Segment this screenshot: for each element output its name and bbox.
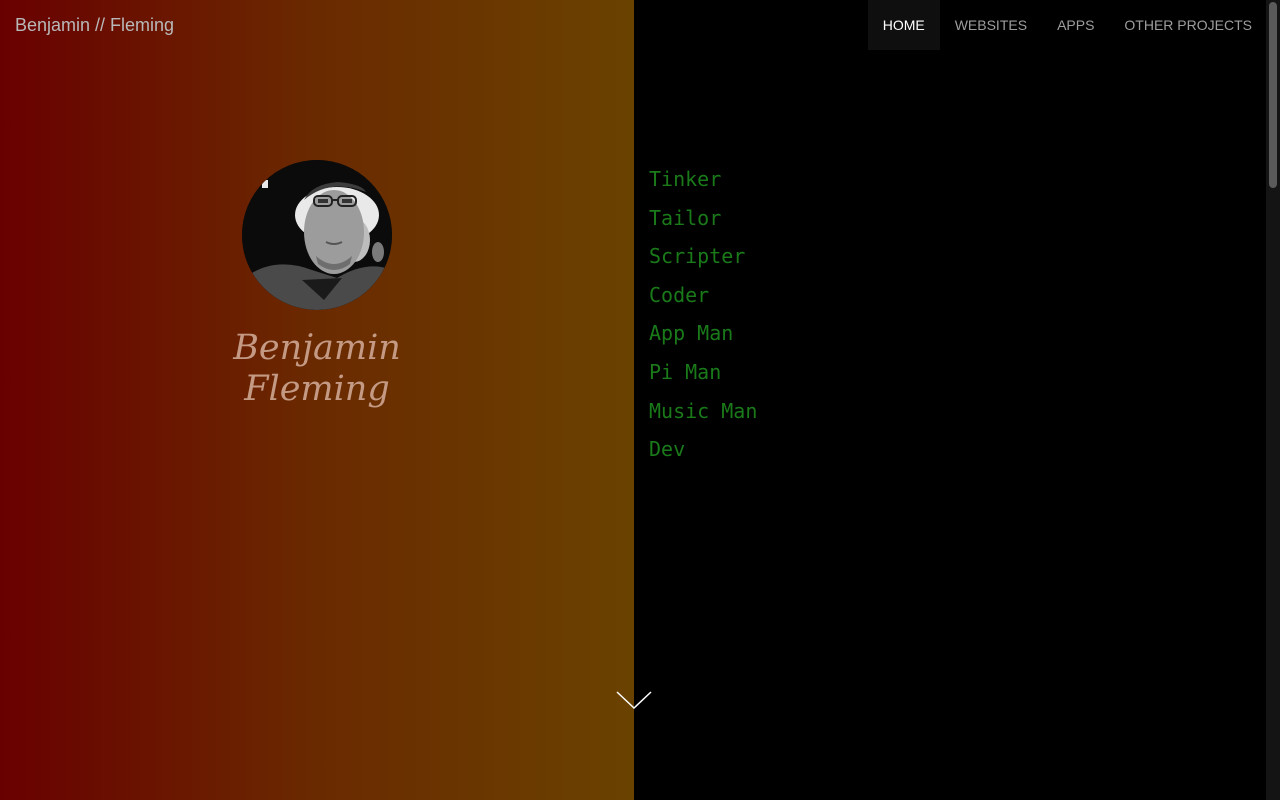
scrollbar-thumb[interactable] bbox=[1269, 2, 1277, 188]
page: Benjamin Fleming Benjamin // Fleming HOM… bbox=[0, 0, 1280, 800]
role-item: App Man bbox=[649, 321, 734, 346]
role-item: Tinker bbox=[649, 167, 722, 191]
profile-photo bbox=[242, 160, 392, 310]
nav-item-other-projects[interactable]: OTHER PROJECTS bbox=[1109, 0, 1267, 50]
role-item: Coder bbox=[649, 282, 710, 307]
hero-left-panel: Benjamin Fleming bbox=[0, 0, 634, 800]
hero-name-last: Fleming bbox=[244, 369, 390, 409]
roles-list: Tinker Tailor Scripter Coder App Man Pi … bbox=[649, 160, 757, 469]
hero-name-first: Benjamin bbox=[233, 328, 401, 368]
role-item: Pi Man bbox=[649, 359, 722, 384]
page-scrollbar[interactable] bbox=[1266, 0, 1280, 800]
avatar bbox=[242, 160, 392, 310]
role-item: Scripter bbox=[649, 244, 746, 269]
chevron-down-icon bbox=[616, 691, 652, 710]
nav-item-home[interactable]: HOME bbox=[867, 0, 940, 50]
role-item: Tailor bbox=[649, 205, 722, 230]
main-nav: HOME WEBSITES APPS OTHER PROJECTS bbox=[867, 0, 1267, 50]
scroll-down-button[interactable] bbox=[615, 688, 653, 712]
nav-item-apps[interactable]: APPS bbox=[1042, 0, 1109, 50]
site-brand-link[interactable]: Benjamin // Fleming bbox=[15, 13, 174, 37]
role-item: Dev bbox=[649, 437, 686, 462]
hero-name: Benjamin Fleming bbox=[167, 328, 467, 410]
role-item: Music Man bbox=[649, 398, 758, 423]
nav-item-websites[interactable]: WEBSITES bbox=[940, 0, 1042, 50]
